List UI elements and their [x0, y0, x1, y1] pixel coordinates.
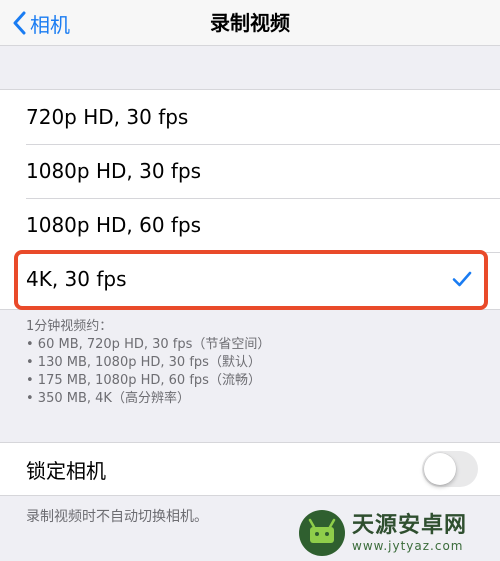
option-720p-30fps[interactable]: 720p HD, 30 fps [0, 90, 500, 144]
page-title: 录制视频 [210, 11, 290, 35]
checkmark-icon [452, 271, 472, 287]
option-4k-30fps[interactable]: 4K, 30 fps [0, 252, 500, 306]
watermark-logo-icon [299, 510, 345, 556]
footnote-line: • 175 MB, 1080p HD, 60 fps（流畅） [26, 373, 261, 388]
watermark-url: www.jytyaz.com [352, 539, 464, 553]
option-label: 1080p HD, 60 fps [26, 213, 202, 237]
footnote-heading: 1分钟视频约： [26, 319, 113, 334]
footnote-line: • 60 MB, 720p HD, 30 fps（节省空间） [26, 337, 271, 352]
lock-camera-note: 录制视频时不自动切换相机。 [26, 509, 208, 525]
option-1080p-60fps[interactable]: 1080p HD, 60 fps [0, 198, 500, 252]
nav-bar: 相机 录制视频 [0, 0, 500, 46]
watermark-title: 天源安卓网 [352, 513, 468, 538]
watermark: 天源安卓网 www.jytyaz.com [298, 508, 498, 558]
footnote-line: • 350 MB, 4K（高分辨率） [26, 391, 190, 406]
back-button-label: 相机 [30, 12, 70, 37]
lock-camera-label: 锁定相机 [26, 458, 106, 483]
back-button[interactable]: 相机 [12, 0, 70, 46]
lock-camera-section: 锁定相机 [0, 442, 500, 496]
lock-camera-toggle[interactable] [422, 451, 478, 487]
chevron-left-icon [13, 11, 26, 35]
watermark-text: 天源安卓网 www.jytyaz.com [352, 513, 467, 553]
resolution-options-list: 720p HD, 30 fps 1080p HD, 30 fps 1080p H… [0, 89, 500, 310]
option-label: 4K, 30 fps [26, 267, 127, 291]
option-label: 1080p HD, 30 fps [26, 159, 202, 183]
option-1080p-30fps[interactable]: 1080p HD, 30 fps [0, 144, 500, 198]
footnote-line: • 130 MB, 1080p HD, 30 fps（默认） [26, 355, 261, 370]
option-label: 720p HD, 30 fps [26, 105, 189, 129]
toggle-knob [424, 453, 456, 485]
file-size-footnote: 1分钟视频约： • 60 MB, 720p HD, 30 fps（节省空间） •… [26, 318, 486, 408]
